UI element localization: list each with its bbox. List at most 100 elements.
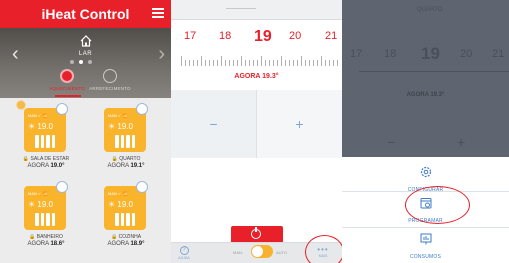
ruler-tick — [189, 60, 190, 66]
page-dot-active[interactable] — [79, 60, 83, 64]
page-dots — [70, 60, 92, 64]
power-icon[interactable] — [16, 100, 26, 110]
ruler-tick — [313, 60, 314, 66]
menu-item-label: CONSUMOS — [409, 254, 442, 260]
scale-ruler[interactable] — [181, 54, 341, 66]
bg-room-label: QUARTO — [417, 7, 443, 13]
ruler-tick — [289, 60, 290, 66]
bg-scale-label: 17 — [350, 48, 363, 60]
room-tile-quarto[interactable]: MAN ✓ 📶 ☀ 19.0 🔒 QUARTO AGORA 19.1° — [96, 100, 156, 188]
snowflake-icon — [103, 69, 117, 83]
scale-label: 21 — [325, 30, 338, 42]
highlight-circle — [305, 235, 342, 263]
select-radio[interactable] — [56, 103, 68, 115]
ruler-tick — [197, 60, 198, 66]
radiator-icon — [115, 213, 135, 226]
gear-icon — [420, 166, 431, 178]
ruler-tick — [301, 56, 302, 66]
top-strip — [171, 0, 342, 20]
ruler-tick — [221, 56, 222, 66]
current-reading: AGORA 19.3° — [234, 73, 279, 80]
card-temperature: ☀ 19.0 — [108, 122, 133, 131]
room-name: 🔒 SALA DE ESTAR — [22, 156, 70, 162]
temperature-scale[interactable]: 17 18 19 20 21 — [171, 28, 342, 70]
app-header: iHeat Control — [0, 0, 171, 28]
home-hero: ‹ › LAR AQUECIMENTO ARREFECIMENTO — [0, 28, 171, 98]
scale-label: 17 — [184, 30, 197, 42]
home-icon — [80, 35, 92, 47]
ruler-tick — [205, 60, 206, 66]
radiator-icon — [35, 213, 55, 226]
room-name: 🔒 BANHEIRO — [29, 234, 63, 240]
scale-label: 20 — [289, 30, 302, 42]
room-name: 🔒 COZINHA — [110, 234, 142, 240]
card-status: MAN ✓ 📶 — [28, 191, 48, 196]
ruler-tick — [185, 60, 186, 66]
bg-minus: − — [387, 134, 396, 150]
ruler-tick — [201, 56, 202, 66]
active-tab-indicator — [55, 95, 81, 97]
auto-label: AUTO — [276, 250, 288, 255]
decrease-button[interactable]: − — [171, 90, 256, 158]
app-title: iHeat Control — [41, 6, 130, 22]
bg-scale-selected: 19 — [421, 44, 440, 63]
scale-label-selected: 19 — [254, 28, 272, 45]
hamburger-menu-icon[interactable] — [152, 8, 164, 18]
bg-scale-label: 20 — [460, 48, 473, 60]
select-radio[interactable] — [136, 103, 148, 115]
ruler-tick — [229, 60, 230, 66]
select-radio[interactable] — [136, 181, 148, 193]
increase-button[interactable]: + — [256, 90, 342, 158]
card-temperature: ☀ 19.0 — [28, 122, 53, 131]
room-tile-sala[interactable]: MAN ✓ 📶 ☀ 19.0 🔒 SALA DE ESTAR AGORA 19.… — [16, 100, 76, 188]
dimmed-background[interactable]: QUARTO 17 18 19 20 21 AGORA 19.3° − + — [342, 0, 509, 157]
ruler-tick — [285, 60, 286, 66]
menu-screen: QUARTO 17 18 19 20 21 AGORA 19.3° − + CO… — [342, 0, 509, 263]
divider — [342, 227, 509, 228]
home-screen: iHeat Control ‹ › LAR AQUECIMENTO ARREFE… — [0, 0, 171, 263]
mode-tabs: AQUECIMENTO ARREFECIMENTO — [0, 69, 171, 97]
ruler-tick — [277, 60, 278, 66]
adjust-buttons: − + — [171, 90, 342, 158]
help-icon: ? — [179, 246, 189, 255]
ruler-tick — [249, 60, 250, 66]
room-name: 🔒 QUARTO — [111, 156, 141, 162]
help-label: AJUDA — [178, 256, 190, 260]
bg-ruler — [359, 64, 509, 72]
tab-cooling[interactable]: ARREFECIMENTO — [85, 69, 135, 91]
bg-scale-label: 18 — [384, 48, 397, 60]
ruler-tick — [257, 60, 258, 66]
page-dot[interactable] — [88, 60, 92, 64]
ruler-tick — [233, 60, 234, 66]
bg-scale-label: 21 — [492, 48, 505, 60]
chart-icon — [420, 233, 431, 245]
menu-item-consumos[interactable]: CONSUMOS — [342, 232, 509, 260]
select-radio[interactable] — [56, 181, 68, 193]
room-current-temp: AGORA 18.9° — [107, 241, 145, 247]
manual-label: MAN. — [233, 250, 243, 255]
scale-label: 18 — [219, 30, 232, 42]
card-temperature: ☀ 19.0 — [108, 200, 133, 209]
ruler-tick — [213, 60, 214, 66]
page-dot[interactable] — [70, 60, 74, 64]
room-current-temp: AGORA 18.6° — [27, 241, 65, 247]
bg-current-reading: AGORA 19.3° — [406, 92, 445, 98]
drag-handle[interactable] — [226, 8, 256, 9]
ruler-tick — [321, 56, 322, 66]
help-button[interactable]: ? AJUDA — [178, 246, 190, 260]
tab-cooling-label: ARREFECIMENTO — [89, 86, 131, 91]
mode-toggle[interactable] — [251, 245, 273, 258]
ruler-tick — [217, 60, 218, 66]
ruler-tick — [193, 60, 194, 66]
ruler-tick — [325, 60, 326, 66]
highlight-circle — [405, 186, 470, 224]
ruler-tick — [337, 60, 338, 66]
ruler-tick — [181, 56, 182, 66]
home-label: LAR — [78, 51, 93, 57]
ruler-tick — [261, 56, 262, 66]
room-tile-cozinha[interactable]: MAN ✓ 📶 ☀ 19.0 🔒 COZINHA AGORA 18.9° — [96, 178, 156, 263]
bg-plus: + — [457, 134, 466, 150]
ruler-tick — [309, 60, 310, 66]
room-tile-banheiro[interactable]: MAN ✓ 📶 ☀ 19.0 🔒 BANHEIRO AGORA 18.6° — [16, 178, 76, 263]
room-current-temp: AGORA 19.0° — [27, 163, 65, 169]
